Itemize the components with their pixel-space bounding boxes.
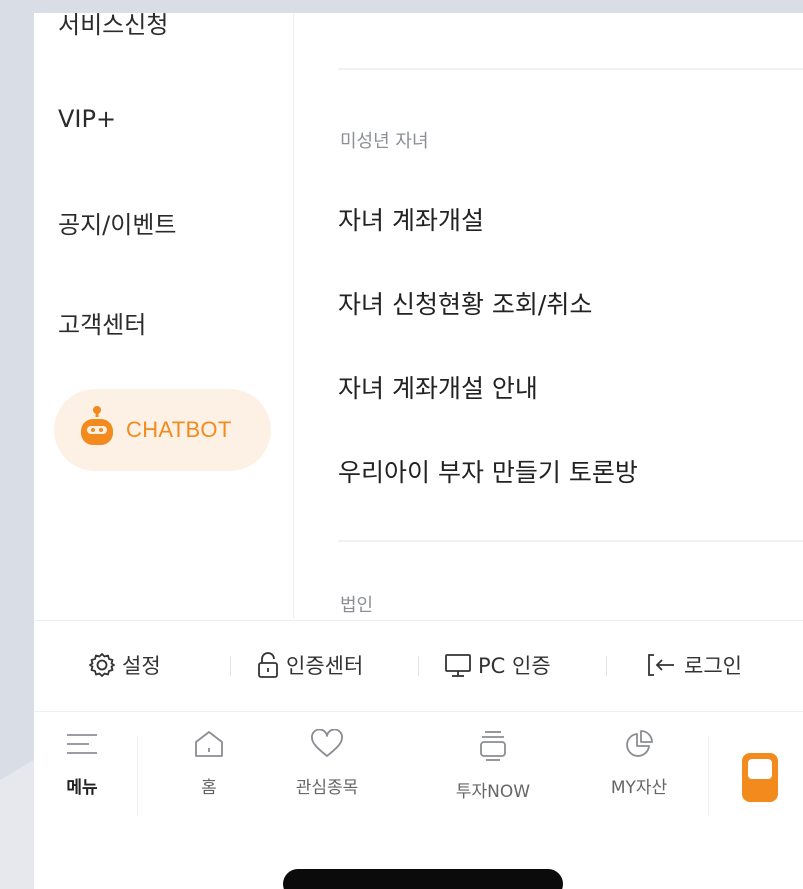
section-label-minor-child: 미성년 자녀	[340, 131, 429, 152]
utility-separator	[230, 656, 231, 676]
heart-icon	[311, 729, 343, 757]
tab-menu-label: 메뉴	[66, 778, 98, 798]
tab-my-assets[interactable]: MY자산	[589, 729, 689, 798]
menu-item-child-account-guide[interactable]: 자녀 계좌개설 안내	[338, 369, 538, 405]
menu-item-service-apply[interactable]: 서비스신청	[58, 13, 168, 40]
section-divider	[338, 68, 803, 70]
tab-invest-now-label: 투자NOW	[455, 782, 531, 802]
menu-item-customer-center[interactable]: 고객센터	[58, 305, 146, 340]
tab-separator	[708, 736, 709, 816]
tab-home[interactable]: 홈	[159, 729, 259, 798]
right-menu: 미성년 자녀 자녀 계좌개설 자녀 신청현황 조회/취소 자녀 계좌개설 안내 …	[294, 13, 803, 618]
section-label-corporate: 법인	[340, 595, 374, 616]
utility-separator	[418, 656, 419, 676]
pc-auth-button[interactable]: PC 인증	[444, 650, 551, 680]
lock-icon	[258, 652, 278, 678]
tab-invest-now[interactable]: 투자NOW	[443, 729, 543, 802]
robot-icon	[81, 406, 113, 445]
bottom-tab-bar: 메뉴 홈 관심종목 투자NOW MY자산	[34, 711, 803, 831]
menu-item-child-application-status[interactable]: 자녀 신청현황 조회/취소	[338, 285, 592, 321]
shortcut-icon[interactable]	[740, 751, 780, 804]
menu-item-vip[interactable]: VIP+	[58, 105, 116, 133]
mobile-screen: 서비스신청 VIP+ 공지/이벤트 고객센터 CHATBOT 미성년 자녀 자녀…	[34, 13, 803, 889]
hamburger-icon	[67, 734, 97, 754]
settings-button[interactable]: 설정	[88, 650, 161, 680]
pc-auth-label: PC 인증	[478, 654, 551, 678]
utility-bar: 설정 인증센터 PC 인증 로그인	[34, 620, 803, 712]
home-icon	[195, 731, 223, 757]
pie-chart-icon	[626, 730, 653, 757]
tab-menu[interactable]: 메뉴	[34, 729, 132, 798]
menu-item-child-account-open[interactable]: 자녀 계좌개설	[338, 201, 484, 237]
menu-item-child-discussion-room[interactable]: 우리아이 부자 만들기 토론방	[338, 453, 638, 489]
chatbot-label: CHATBOT	[126, 417, 232, 442]
utility-separator	[606, 656, 607, 676]
tab-home-label: 홈	[201, 778, 217, 798]
tab-watchlist[interactable]: 관심종목	[277, 729, 377, 798]
gear-icon	[89, 653, 115, 677]
chatbot-button[interactable]: CHATBOT	[54, 389, 271, 471]
auth-center-button[interactable]: 인증센터	[256, 650, 363, 680]
settings-label: 설정	[122, 654, 161, 678]
section-divider	[338, 540, 803, 542]
monitor-icon	[445, 654, 471, 677]
login-button[interactable]: 로그인	[646, 650, 742, 680]
home-indicator	[283, 869, 563, 889]
stack-icon	[480, 731, 506, 761]
login-arrow-icon	[648, 654, 674, 676]
left-menu: 서비스신청 VIP+ 공지/이벤트 고객센터 CHATBOT	[34, 13, 293, 618]
tab-my-assets-label: MY자산	[610, 778, 668, 798]
menu-item-notice-event[interactable]: 공지/이벤트	[58, 205, 177, 240]
auth-center-label: 인증센터	[286, 654, 364, 678]
tab-watchlist-label: 관심종목	[295, 778, 359, 798]
tab-separator	[137, 736, 138, 816]
login-label: 로그인	[684, 654, 742, 678]
